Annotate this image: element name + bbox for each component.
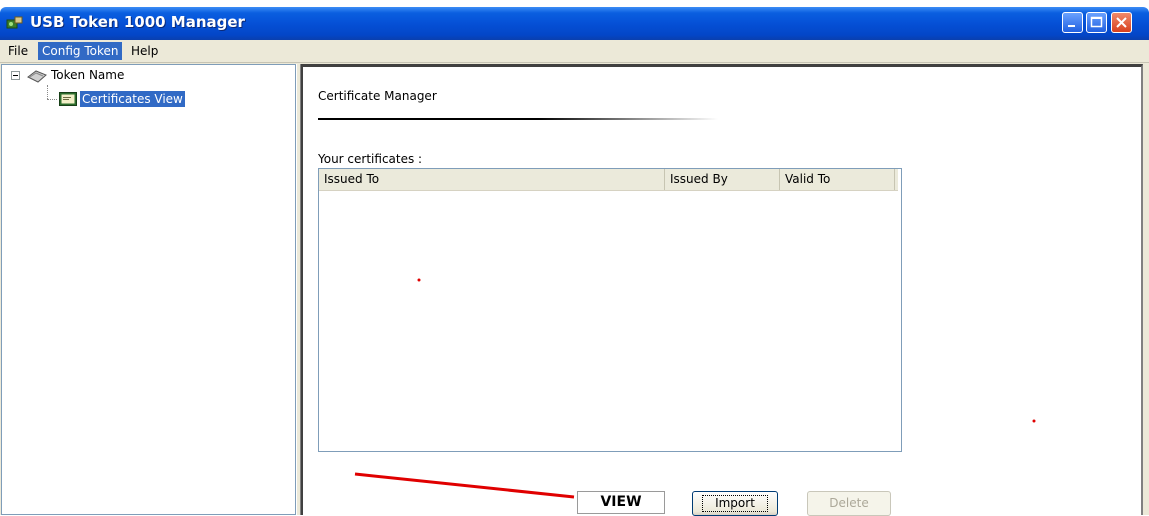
- panel-title: Certificate Manager: [318, 89, 437, 103]
- tree-item-certificates-view[interactable]: Certificates View: [80, 91, 185, 107]
- certificates-list[interactable]: Issued To Issued By Valid To: [318, 168, 902, 452]
- delete-button[interactable]: Delete: [807, 491, 891, 516]
- view-button[interactable]: VIEW: [577, 491, 665, 514]
- tree-item-token-name[interactable]: Token Name: [51, 68, 124, 82]
- certificate-icon: [59, 92, 77, 106]
- menu-config-token[interactable]: Config Token: [38, 42, 123, 60]
- close-icon: [1116, 17, 1127, 28]
- tree-connector: [47, 85, 48, 99]
- column-valid-to[interactable]: Valid To: [780, 169, 895, 190]
- token-icon: [27, 70, 47, 83]
- title-divider: [318, 118, 718, 120]
- column-issued-by[interactable]: Issued By: [665, 169, 780, 190]
- maximize-button[interactable]: [1086, 12, 1107, 33]
- minimize-icon: [1068, 25, 1075, 27]
- tree-connector: [47, 99, 57, 100]
- import-button[interactable]: Import: [692, 491, 778, 516]
- close-button[interactable]: [1111, 12, 1132, 33]
- minimize-button[interactable]: [1062, 12, 1083, 33]
- tree-panel[interactable]: Token Name Certificates View: [1, 64, 296, 515]
- import-button-label: Import: [702, 495, 768, 512]
- usb-token-app-icon: [6, 16, 23, 29]
- list-header: Issued To Issued By Valid To: [319, 169, 898, 191]
- certificate-manager-panel: Certificate Manager Your certificates : …: [301, 64, 1143, 516]
- menu-bar: File Config Token Help: [0, 40, 1149, 63]
- certificates-label: Your certificates :: [318, 152, 423, 166]
- title-bar[interactable]: USB Token 1000 Manager: [0, 7, 1149, 40]
- maximize-icon: [1090, 16, 1103, 28]
- window-title: USB Token 1000 Manager: [30, 13, 245, 31]
- column-issued-to[interactable]: Issued To: [319, 169, 665, 190]
- collapse-toggle[interactable]: [11, 71, 20, 80]
- menu-help[interactable]: Help: [127, 42, 162, 60]
- menu-file[interactable]: File: [4, 42, 32, 60]
